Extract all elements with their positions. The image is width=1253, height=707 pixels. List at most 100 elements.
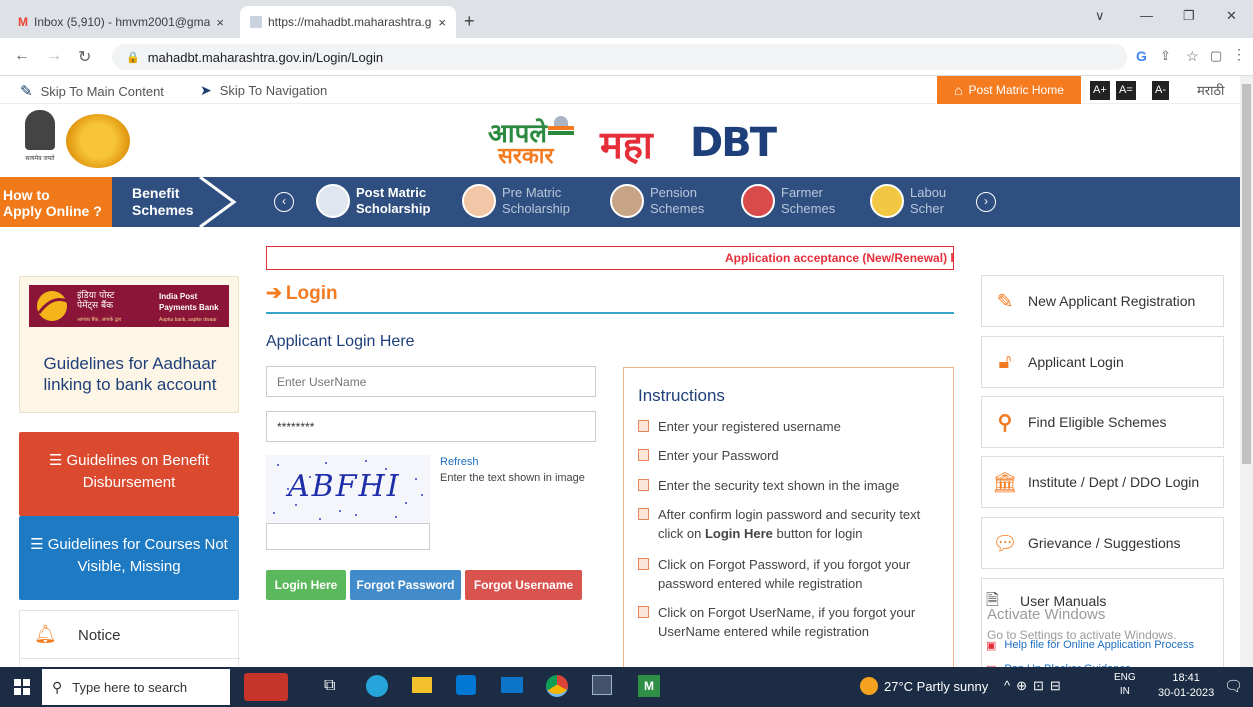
edge-browser-icon[interactable]	[366, 675, 388, 697]
instruction-item: After confirm login password and securit…	[638, 505, 928, 543]
bookmark-star-icon[interactable]: ☆	[1186, 48, 1199, 65]
close-tab-icon[interactable]: ×	[438, 15, 446, 30]
new-applicant-registration-link[interactable]: ✎ New Applicant Registration	[981, 275, 1224, 327]
nav-label: Pre Matric	[502, 185, 562, 200]
notice-panel[interactable]: 🔔︎ Notice	[19, 610, 240, 667]
nav-pre-matric[interactable]: Pre Matric Scholarship	[462, 184, 570, 218]
instruction-item: Click on Forgot UserName, if you forgot …	[638, 603, 928, 641]
nav-label: Post Matric	[356, 185, 427, 200]
file-explorer-icon[interactable]	[412, 677, 432, 693]
url-field[interactable]: 🔒 mahadbt.maharashtra.gov.in/Login/Login	[112, 44, 1127, 70]
post-matric-home-button[interactable]: ⌂ Post Matric Home	[937, 76, 1081, 104]
logo-maha: महा	[600, 123, 653, 167]
back-icon[interactable]: ←	[14, 47, 30, 65]
building-icon	[546, 112, 576, 138]
captcha-image: ABFHI	[266, 455, 430, 523]
font-reset-button[interactable]: A=	[1116, 81, 1136, 100]
notepad-icon[interactable]	[592, 675, 612, 695]
graduation-cap-icon	[316, 184, 350, 218]
weather-text[interactable]: 27°C Partly sunny	[884, 679, 988, 694]
forgot-password-button[interactable]: Forgot Password	[350, 570, 461, 600]
applicant-login-link[interactable]: 🔓︎ Applicant Login	[981, 336, 1224, 388]
nav-farmer[interactable]: Farmer Schemes	[741, 184, 835, 218]
ippb-tagline-en: Aapka bank, aapke dwaar	[159, 317, 217, 323]
forward-icon[interactable]: →	[46, 47, 62, 65]
notification-icon[interactable]: 🗨︎	[1224, 677, 1243, 695]
right-link-label: Applicant Login	[1028, 354, 1124, 370]
find-eligible-schemes-link[interactable]: ⚲ Find Eligible Schemes	[981, 396, 1224, 448]
language-toggle[interactable]: मराठी	[1197, 81, 1224, 99]
nav-prev-button[interactable]: ‹	[274, 192, 294, 212]
forgot-username-button[interactable]: Forgot Username	[465, 570, 582, 600]
institute-login-link[interactable]: 🏛︎ Institute / Dept / DDO Login	[981, 456, 1224, 508]
captcha-input[interactable]	[266, 523, 430, 550]
nav-labour[interactable]: Labou Scher	[870, 184, 946, 218]
font-increase-button[interactable]: A+	[1090, 81, 1110, 100]
nav-label: Pension	[650, 185, 697, 200]
list-bullet-icon	[638, 606, 649, 618]
scrollbar-thumb[interactable]	[1242, 84, 1251, 464]
restore-button[interactable]: ❐	[1183, 8, 1195, 24]
aadhaar-line2: linking to bank account	[43, 375, 217, 394]
username-input[interactable]	[266, 366, 596, 397]
notice-title: Notice	[78, 627, 121, 644]
google-icon[interactable]: G	[1136, 48, 1147, 64]
emblem-caption: सत्यमेव जयते	[25, 156, 55, 162]
login-here-button[interactable]: Login Here	[266, 570, 346, 600]
close-window-button[interactable]: ✕	[1226, 8, 1237, 24]
nav-pension[interactable]: Pension Schemes	[610, 184, 704, 218]
instruction-item: Click on Forgot Password, if you forgot …	[638, 555, 928, 593]
nav-label: Schemes	[650, 201, 705, 216]
new-tab-button[interactable]: +	[464, 11, 475, 32]
skip-nav-link[interactable]: ➤ Skip To Navigation	[200, 82, 327, 99]
instruction-item: Enter the security text shown in the ima…	[638, 476, 928, 495]
tab-title: https://mahadbt.maharashtra.go	[268, 15, 433, 29]
password-input[interactable]	[266, 411, 596, 442]
windows-start-icon[interactable]	[14, 679, 30, 695]
chrome-icon[interactable]	[546, 675, 568, 697]
news-widget-icon[interactable]	[244, 673, 288, 701]
student-icon	[462, 184, 496, 218]
tab-search-icon[interactable]: ∨	[1095, 8, 1105, 24]
nav-label: Farmer	[781, 185, 823, 200]
mail-icon[interactable]	[501, 677, 523, 693]
instruction-text: After confirm login password and securit…	[658, 507, 921, 522]
clock[interactable]: 18:41 30-01-2023	[1158, 671, 1214, 701]
gmail-icon: M	[18, 15, 28, 29]
edit-icon: ✎	[996, 290, 1014, 313]
app-icon[interactable]: M	[638, 675, 660, 697]
tab-gmail[interactable]: M Inbox (5,910) - hmvm2001@gma ×	[8, 6, 234, 38]
tab-mahadbt[interactable]: https://mahadbt.maharashtra.go ×	[240, 6, 456, 38]
store-icon[interactable]	[456, 675, 476, 695]
captcha-refresh-link[interactable]: Refresh	[440, 456, 479, 468]
taskbar-search-box[interactable]: ⚲ Type here to search	[42, 669, 230, 705]
how-to-line1: How to	[3, 187, 50, 203]
courses-missing-card[interactable]: ☰ Guidelines for Courses Not Visible, Mi…	[19, 516, 239, 600]
how-to-apply-link[interactable]: How to Apply Online ?	[0, 177, 112, 227]
captcha-hint: Enter the text shown in image	[440, 472, 585, 484]
profile-avatar[interactable]: ⋮	[1232, 46, 1246, 63]
font-decrease-button[interactable]: A-	[1152, 81, 1169, 100]
instruction-text: UserName entered while registration	[658, 624, 869, 639]
share-icon[interactable]: ⇪	[1160, 48, 1171, 64]
unlock-icon: 🔓︎	[998, 350, 1012, 373]
nav-next-button[interactable]: ›	[976, 192, 996, 212]
marquee-text: Application acceptance (New/Renewal) has	[725, 251, 954, 265]
chevron-separator-icon	[199, 177, 237, 227]
sidepanel-icon[interactable]: ▢	[1210, 48, 1222, 64]
close-tab-icon[interactable]: ×	[216, 15, 224, 30]
system-tray-icons[interactable]: ^⊕⊡⊟	[1004, 678, 1067, 694]
skip-main-link[interactable]: ✎ Skip To Main Content	[20, 82, 164, 100]
minimize-button[interactable]: —	[1140, 8, 1153, 23]
aadhaar-guidelines-card[interactable]: इंडिया पोस्ट पेमेंट्स बैंक India Post Pa…	[19, 276, 239, 413]
grievance-link[interactable]: 💬︎ Grievance / Suggestions	[981, 517, 1224, 569]
captcha-text: ABFHI	[288, 469, 401, 504]
benefit-disbursement-card[interactable]: ☰ Guidelines on Benefit Disbursement	[19, 432, 239, 516]
reload-icon[interactable]: ↻	[78, 47, 91, 67]
language-indicator[interactable]: ENG IN	[1114, 671, 1136, 699]
task-view-icon[interactable]: ⧉	[324, 677, 335, 695]
browser-tab-bar: M Inbox (5,910) - hmvm2001@gma × https:/…	[0, 0, 1253, 38]
bell-icon: 🔔︎	[34, 624, 57, 644]
page-scrollbar[interactable]	[1240, 76, 1253, 667]
nav-post-matric[interactable]: Post Matric Scholarship	[316, 184, 430, 218]
